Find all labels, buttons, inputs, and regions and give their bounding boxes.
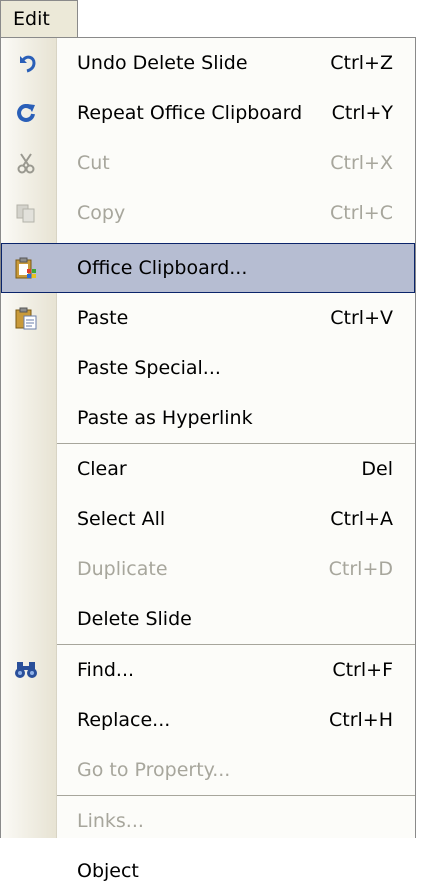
menu-item-label: Object [77,860,139,882]
paste-icon [11,304,41,332]
menu-item-label: Copy [77,202,126,224]
menu-item-label: Repeat Office Clipboard [77,102,303,124]
menu-item-shortcut: Ctrl+X [330,152,393,174]
menu-item-paste-special[interactable]: Paste Special... [1,343,415,393]
menu-item-links[interactable]: Links... [1,796,415,846]
menu-item-repeat[interactable]: Repeat Office Clipboard Ctrl+Y [1,88,415,138]
menu-item-label: Go to Property... [77,759,231,781]
menu-item-go-to-property[interactable]: Go to Property... [1,745,415,795]
menu-item-find[interactable]: Find... Ctrl+F [1,645,415,695]
menu-item-shortcut: Ctrl+C [330,202,393,224]
undo-icon [11,49,41,77]
menu-item-label: Delete Slide [77,608,192,630]
binoculars-icon [11,656,41,684]
menu-item-label: Office Clipboard... [77,257,248,279]
menu-item-shortcut: Ctrl+V [330,307,393,329]
menu-item-label: Paste [77,307,129,329]
menu-item-shortcut: Ctrl+D [328,558,393,580]
menu-item-label: Paste as Hyperlink [77,407,253,429]
menu-item-undo[interactable]: Undo Delete Slide Ctrl+Z [1,38,415,88]
scissors-icon [11,149,41,177]
menu-item-label: Find... [77,659,135,681]
menu-item-label: Duplicate [77,558,168,580]
menu-item-paste[interactable]: Paste Ctrl+V [1,293,415,343]
menu-title-label: Edit [13,8,50,30]
menu-item-label: Paste Special... [77,357,221,379]
menu-item-shortcut: Del [361,458,393,480]
menu-item-label: Clear [77,458,127,480]
menu-item-shortcut: Ctrl+H [328,709,393,731]
menu-item-label: Select All [77,508,166,530]
repeat-icon [11,99,41,127]
menu-item-delete-slide[interactable]: Delete Slide [1,594,415,644]
menu-item-label: Replace... [77,709,171,731]
office-clipboard-icon [11,254,41,282]
menu-item-label: Undo Delete Slide [77,52,248,74]
menu-item-office-clipboard[interactable]: Office Clipboard... [1,243,415,293]
menu-item-copy[interactable]: Copy Ctrl+C [1,188,415,238]
menu-item-object[interactable]: Object [1,846,415,896]
menu-item-shortcut: Ctrl+A [330,508,393,530]
menu-item-cut[interactable]: Cut Ctrl+X [1,138,415,188]
menu-item-duplicate[interactable]: Duplicate Ctrl+D [1,544,415,594]
edit-menu-dropdown: Undo Delete Slide Ctrl+Z Repeat Office C… [0,37,416,882]
menu-item-shortcut: Ctrl+F [332,659,393,681]
menu-item-select-all[interactable]: Select All Ctrl+A [1,494,415,544]
copy-icon [11,199,41,227]
menu-item-label: Cut [77,152,110,174]
menu-item-label: Links... [77,810,144,832]
menu-item-paste-as-hyperlink[interactable]: Paste as Hyperlink [1,393,415,443]
menu-item-replace[interactable]: Replace... Ctrl+H [1,695,415,745]
menu-item-clear[interactable]: Clear Del [1,444,415,494]
menu-item-shortcut: Ctrl+Y [331,102,393,124]
menu-title-edit[interactable]: Edit [0,0,78,37]
menu-item-shortcut: Ctrl+Z [330,52,393,74]
